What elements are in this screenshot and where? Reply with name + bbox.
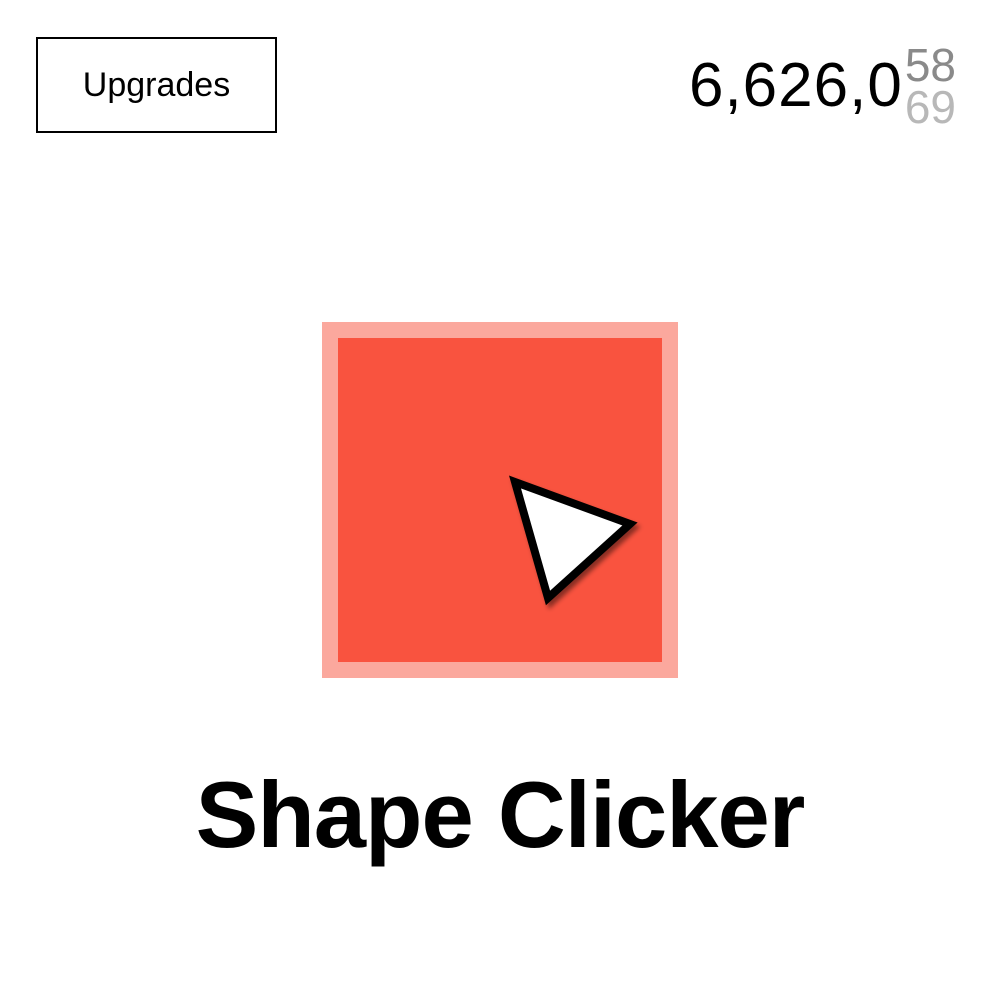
score-rolling-top: 58 bbox=[904, 40, 956, 91]
score-counter: 6,626,0 58 69 bbox=[689, 40, 956, 132]
score-rolling-bottom: 69 bbox=[904, 81, 956, 132]
game-screen: Upgrades 6,626,0 58 69 Shape Clicker bbox=[0, 0, 1000, 1000]
game-title: Shape Clicker bbox=[195, 762, 806, 867]
score-digits: 6,626,0 bbox=[688, 51, 903, 120]
upgrades-button[interactable]: Upgrades bbox=[36, 37, 277, 133]
arrow-cursor-icon bbox=[509, 475, 638, 606]
score-rolling-digits: 58 69 bbox=[905, 40, 956, 132]
